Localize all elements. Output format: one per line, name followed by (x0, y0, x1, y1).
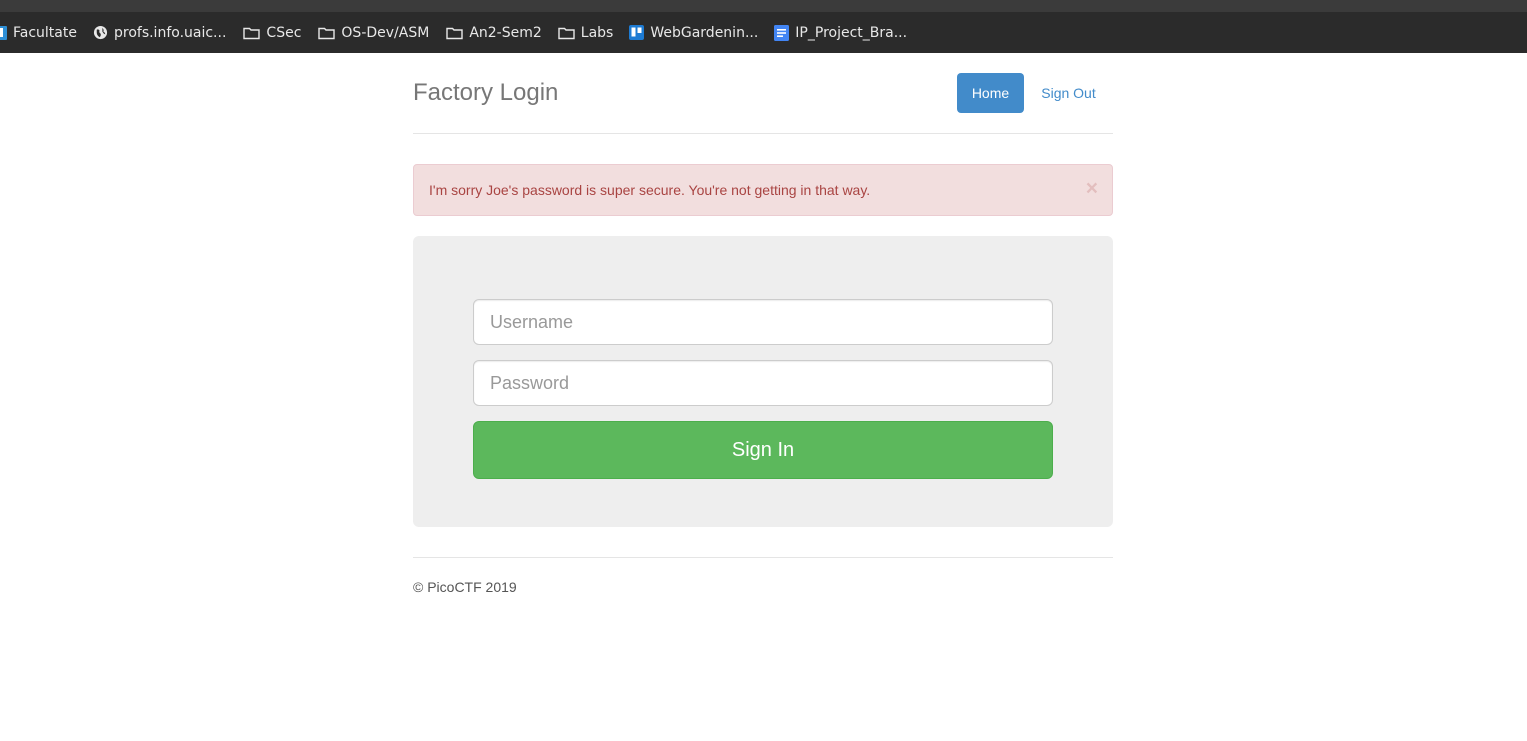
folder-icon (446, 26, 464, 40)
alert-message: I'm sorry Joe's password is super secure… (429, 182, 871, 198)
login-form-panel: Sign In (413, 236, 1113, 527)
document-icon (774, 24, 790, 41)
bookmark-label: CSec (266, 24, 302, 41)
page-title: Factory Login (413, 79, 559, 106)
bookmark-label: IP_Project_Bra... (795, 24, 908, 41)
nav-home-button[interactable]: Home (957, 73, 1024, 113)
bookmark-facultate[interactable]: Facultate (0, 12, 77, 53)
bookmark-label: An2-Sem2 (469, 24, 542, 41)
bookmark-webgardening[interactable]: WebGardenin... (629, 12, 758, 53)
bookmark-label: OS-Dev/ASM (341, 24, 430, 41)
nav-sign-out-link[interactable]: Sign Out (1024, 73, 1113, 113)
site-header: Factory Login Home Sign Out (413, 53, 1113, 134)
trello-icon (629, 25, 645, 40)
bookmark-label: Labs (580, 24, 614, 41)
bookmark-os-dev-asm[interactable]: OS-Dev/ASM (318, 12, 429, 53)
copyright-text: © PicoCTF 2019 (413, 579, 517, 595)
bookmark-labs[interactable]: Labs (558, 12, 614, 53)
bookmark-ip-project[interactable]: IP_Project_Bra... (774, 12, 907, 53)
bookmark-csec[interactable]: CSec (243, 12, 301, 53)
site-footer: © PicoCTF 2019 (413, 557, 1113, 617)
password-input[interactable] (473, 360, 1053, 406)
page-container: Factory Login Home Sign Out I'm sorry Jo… (413, 53, 1113, 595)
close-icon[interactable]: × (1086, 178, 1098, 199)
folder-icon (558, 26, 575, 40)
folder-icon (243, 26, 261, 40)
bookmarks-bar: Facultate profs.info.uaic... CSec OS-Dev… (0, 12, 1527, 53)
bookmark-profs[interactable]: profs.info.uaic... (93, 12, 226, 53)
browser-tab-strip (0, 0, 1527, 12)
bookmark-an2-sem2[interactable]: An2-Sem2 (446, 12, 542, 53)
username-input[interactable] (473, 299, 1053, 345)
globe-icon (93, 25, 108, 40)
folder-icon (318, 26, 336, 40)
trello-icon (0, 25, 7, 40)
bookmark-label: WebGardenin... (650, 24, 759, 41)
sign-in-button[interactable]: Sign In (473, 421, 1053, 479)
bookmark-label: profs.info.uaic... (113, 24, 227, 41)
error-alert: I'm sorry Joe's password is super secure… (413, 164, 1113, 216)
bookmark-label: Facultate (13, 24, 77, 41)
